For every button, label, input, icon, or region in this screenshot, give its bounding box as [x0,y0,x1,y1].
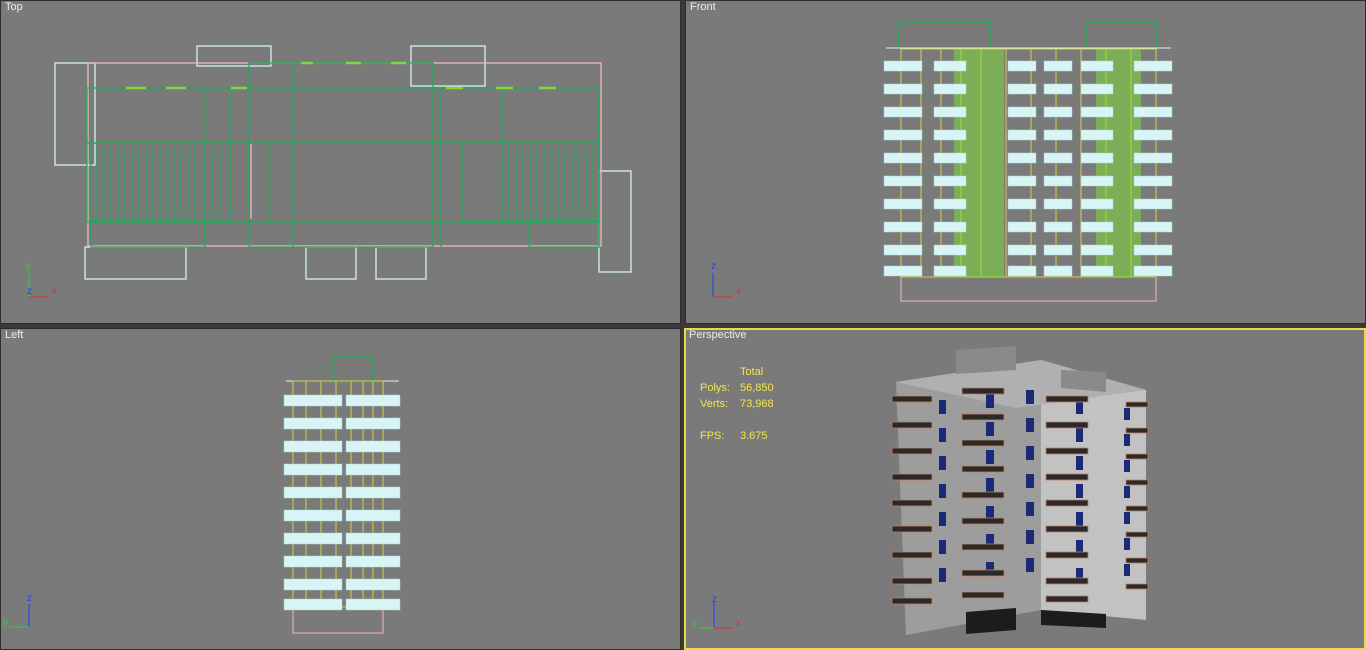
axis-label-x: x [52,286,57,297]
axis-label-y: y [26,261,31,272]
front-view-wireframe [712,22,1173,302]
axis-label-z: z [27,593,32,604]
axis-label-z: z [711,261,716,272]
viewport-top[interactable]: Top y z x [0,0,681,324]
viewport-front[interactable]: Front z x [685,0,1366,324]
left-view-wireframe [9,356,401,634]
axis-label-x: x [736,618,741,629]
viewport-left[interactable]: Left z y [0,328,681,650]
axis-label-y: y [3,617,8,628]
axis-label-z: z [27,286,32,297]
building-render [698,346,1149,635]
axis-label-y: y [692,618,697,629]
viewport-perspective[interactable]: Perspective Total Polys: 56,850 Verts: 73,… [684,328,1366,650]
axis-label-z: z [712,594,717,605]
axis-label-x: x [736,286,741,297]
axis-gizmo-top [28,273,49,298]
